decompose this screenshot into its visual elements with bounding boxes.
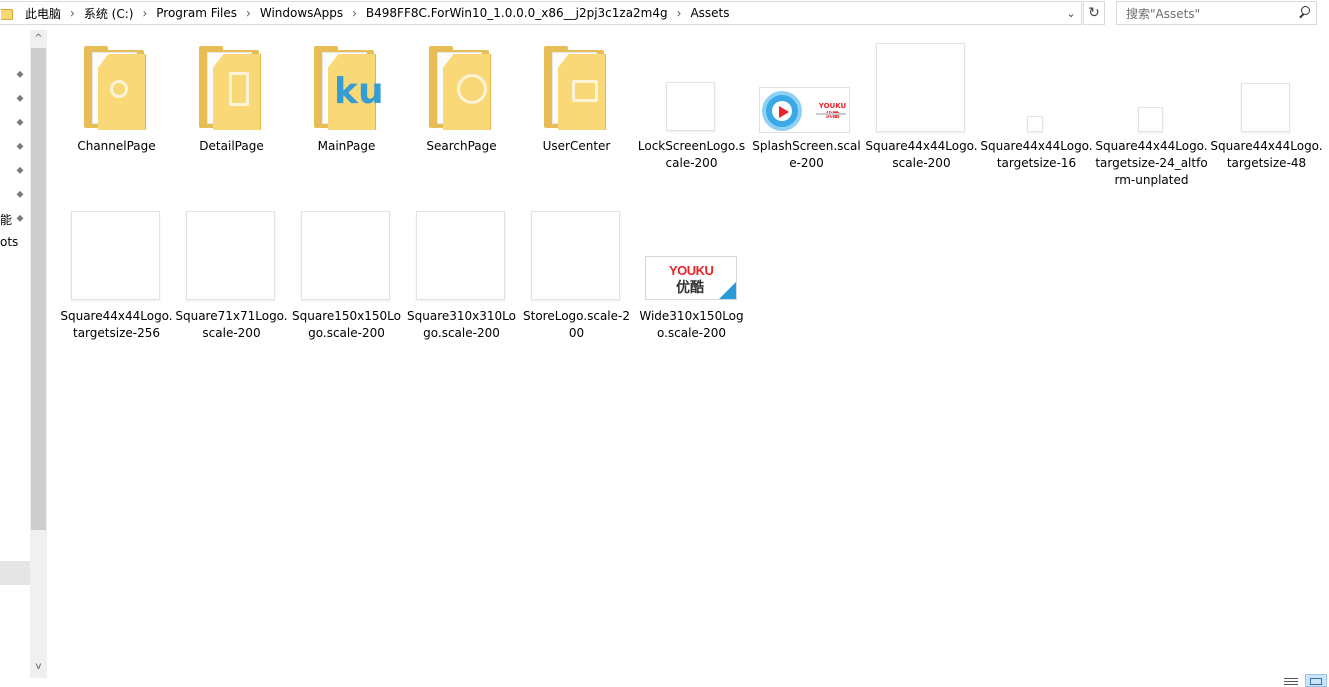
image-thumbnail: YOUKU 优酷 (635, 210, 748, 306)
image-thumbnail (175, 210, 288, 306)
address-bar[interactable]: 此电脑 › 系统 (C:) › Program Files › WindowsA… (0, 0, 1106, 26)
breadcrumb-assets[interactable]: Assets (690, 6, 729, 20)
file-name: Square44x44Logo.targetsize-24_altform-un… (1095, 139, 1208, 187)
file-name: SearchPage (426, 139, 497, 153)
nav-item-selected[interactable] (0, 561, 30, 585)
nav-item-fragment[interactable]: ots (0, 235, 18, 249)
chevron-right-icon[interactable]: › (142, 5, 147, 20)
scroll-down-arrow-icon[interactable]: v (30, 658, 47, 675)
pin-icon[interactable]: ⬥ (14, 69, 26, 81)
pin-icon[interactable]: ⬥ (14, 189, 26, 201)
chevron-right-icon[interactable]: › (70, 5, 75, 20)
image-thumbnail (60, 210, 173, 306)
pin-icon[interactable]: ⬥ (14, 117, 26, 129)
file-name: Square44x44Logo.targetsize-48 (1210, 139, 1323, 170)
image-thumbnail (405, 210, 518, 306)
image-thumbnail (980, 40, 1093, 136)
file-name: LockScreenLogo.scale-200 (637, 139, 746, 170)
image-thumbnail (865, 40, 978, 136)
scroll-up-arrow-icon[interactable]: ^ (30, 30, 47, 47)
folder-icon (60, 40, 173, 136)
details-view-icon[interactable] (1283, 676, 1299, 687)
file-name: Square310x310Logo.scale-200 (407, 309, 516, 340)
breadcrumb-system-drive[interactable]: 系统 (C:) (84, 5, 134, 22)
breadcrumb[interactable]: 此电脑 › 系统 (C:) › Program Files › WindowsA… (0, 1, 1082, 25)
image-thumbnail: YOUKU优酷 (750, 40, 863, 136)
folder-icon (175, 40, 288, 136)
file-name: MainPage (317, 139, 376, 153)
chevron-right-icon[interactable]: › (352, 5, 357, 20)
folder-icon: ku (290, 40, 403, 136)
file-name: Wide310x150Logo.scale-200 (639, 309, 744, 340)
image-thumbnail (520, 210, 633, 306)
breadcrumb-package[interactable]: B498FF8C.ForWin10_1.0.0.0_x86__j2pj3c1za… (366, 6, 668, 20)
image-thumbnail (635, 40, 748, 136)
large-icons-view-icon[interactable] (1305, 674, 1327, 687)
file-name: StoreLogo.scale-200 (523, 309, 630, 340)
file-name: UserCenter (542, 139, 611, 153)
breadcrumb-windowsapps[interactable]: WindowsApps (260, 6, 343, 20)
file-name: DetailPage (199, 139, 264, 153)
folder-icon (1, 6, 17, 20)
pin-icon[interactable]: ⬥ (14, 165, 26, 177)
navigation-pane[interactable]: ⬥ ⬥ ⬥ ⬥ ⬥ ⬥ 能 ⬥ ots (0, 26, 30, 678)
search-input[interactable]: 搜索"Assets" (1116, 1, 1317, 25)
chevron-right-icon[interactable]: › (677, 5, 682, 20)
refresh-button[interactable]: ↻ (1083, 1, 1105, 25)
image-thumbnail (290, 210, 403, 306)
pin-icon[interactable]: ⬥ (14, 93, 26, 105)
file-name: SplashScreen.scale-200 (752, 139, 861, 170)
file-name: Square71x71Logo.scale-200 (175, 309, 288, 340)
image-thumbnail (1095, 40, 1208, 136)
scrollbar-thumb[interactable] (31, 48, 46, 530)
chevron-down-icon[interactable]: ⌄ (1064, 7, 1078, 21)
file-name: Square44x44Logo.scale-200 (865, 139, 978, 170)
chevron-right-icon[interactable]: › (246, 5, 251, 20)
nav-scrollbar[interactable]: ^ v (30, 30, 47, 678)
file-name: Square44x44Logo.targetsize-256 (60, 309, 173, 340)
pin-icon[interactable]: ⬥ (14, 141, 26, 153)
search-placeholder: 搜索"Assets" (1126, 6, 1201, 21)
file-name: Square150x150Logo.scale-200 (292, 309, 401, 340)
breadcrumb-program-files[interactable]: Program Files (156, 6, 237, 20)
folder-icon (405, 40, 518, 136)
search-icon[interactable] (1296, 3, 1316, 23)
breadcrumb-this-pc[interactable]: 此电脑 (25, 5, 61, 22)
folder-icon (520, 40, 633, 136)
pin-icon[interactable]: ⬥ (14, 213, 26, 225)
file-name: Square44x44Logo.targetsize-16 (980, 139, 1093, 170)
refresh-icon: ↻ (1088, 5, 1100, 21)
nav-item-fragment[interactable]: 能 (0, 211, 12, 228)
image-thumbnail (1210, 40, 1323, 136)
file-name: ChannelPage (77, 139, 156, 153)
